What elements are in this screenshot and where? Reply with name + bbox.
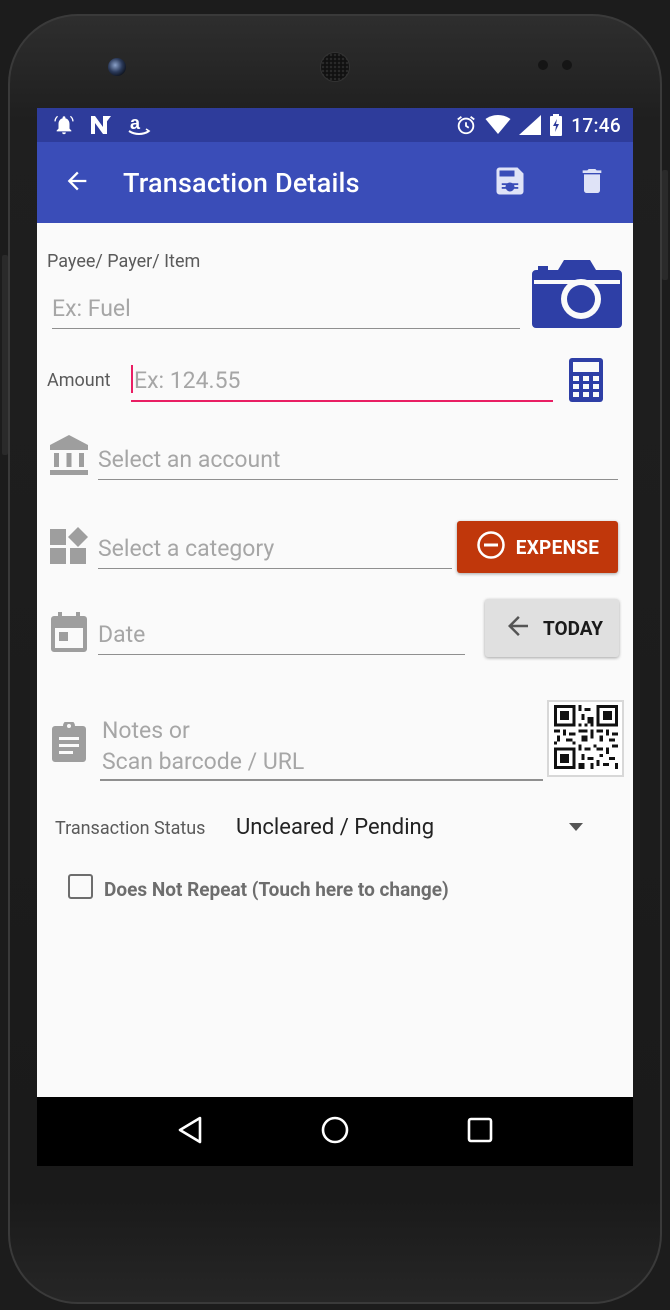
nav-back-button[interactable]	[160, 1102, 220, 1162]
navigation-bar	[37, 1097, 633, 1166]
transaction-status-select[interactable]: Uncleared / Pending	[236, 815, 434, 840]
notes-underline	[100, 779, 543, 781]
save-icon	[492, 163, 528, 203]
calendar-icon	[49, 610, 89, 654]
wifi-icon	[485, 115, 511, 135]
alarm-clock-icon	[455, 114, 477, 136]
minus-circle-icon	[476, 530, 506, 565]
repeat-label[interactable]: Does Not Repeat (Touch here to change)	[104, 878, 449, 901]
arrow-back-icon	[63, 167, 91, 199]
calculator-icon	[569, 358, 603, 406]
dropdown-arrow-icon[interactable]	[569, 823, 583, 831]
category-select[interactable]: Select a category	[98, 535, 452, 569]
qr-scan-button[interactable]	[547, 700, 624, 777]
payee-label: Payee/ Payer/ Item	[47, 251, 201, 272]
camera-icon	[530, 258, 624, 332]
delete-icon	[576, 164, 608, 202]
light-sensor	[562, 60, 572, 70]
clock-time: 17:46	[571, 113, 621, 137]
notes-placeholder-line1: Notes or	[102, 717, 190, 744]
today-button[interactable]: TODAY	[485, 599, 619, 657]
date-input[interactable]: Date	[98, 621, 465, 655]
arrow-left-icon	[501, 611, 535, 646]
app-bar: Transaction Details	[37, 142, 633, 223]
delete-button[interactable]	[551, 142, 633, 223]
triangle-back-icon	[176, 1115, 204, 1149]
speaker-grille	[320, 52, 350, 82]
notes-input[interactable]: Notes or Scan barcode / URL	[102, 715, 304, 777]
n-notification-icon	[89, 114, 113, 136]
screen: a 17:46 Transaction Details Payee/ Payer…	[37, 108, 633, 1166]
transaction-form: Payee/ Payer/ Item Ex: Fuel Amount Ex: 1…	[37, 223, 633, 1097]
status-bar: a 17:46	[37, 108, 633, 142]
phone-frame: a 17:46 Transaction Details Payee/ Payer…	[0, 0, 670, 1310]
nav-home-button[interactable]	[305, 1102, 365, 1162]
amount-placeholder: Ex: 124.55	[134, 367, 241, 394]
camera-button[interactable]	[529, 258, 625, 332]
payee-input[interactable]: Ex: Fuel	[52, 295, 520, 329]
square-recents-icon	[467, 1117, 493, 1147]
power-button	[662, 170, 668, 280]
category-icon	[49, 525, 89, 567]
today-label: TODAY	[542, 616, 604, 640]
page-title: Transaction Details	[123, 166, 360, 199]
clipboard-icon	[51, 720, 87, 764]
expense-toggle-button[interactable]: EXPENSE	[457, 521, 618, 573]
save-button[interactable]	[469, 142, 551, 223]
front-camera-icon	[108, 58, 126, 76]
amount-label: Amount	[47, 370, 111, 391]
notes-placeholder-line2: Scan barcode / URL	[102, 748, 305, 775]
volume-button	[2, 255, 8, 455]
calculator-button[interactable]	[565, 356, 607, 408]
amazon-icon: a	[127, 113, 151, 137]
circle-home-icon	[320, 1115, 350, 1149]
back-button[interactable]	[37, 142, 117, 223]
text-cursor	[131, 365, 133, 393]
transaction-status-label: Transaction Status	[55, 818, 206, 839]
nav-recents-button[interactable]	[450, 1102, 510, 1162]
expense-label: EXPENSE	[515, 535, 600, 559]
svg-text:a: a	[130, 113, 141, 133]
signal-icon	[519, 115, 542, 135]
alarm-bell-icon	[53, 114, 75, 136]
account-select[interactable]: Select an account	[98, 446, 618, 480]
qr-code-icon	[553, 704, 618, 773]
bank-icon	[49, 433, 89, 477]
repeat-checkbox[interactable]	[68, 874, 93, 899]
amount-input[interactable]: Ex: 124.55	[131, 365, 553, 402]
battery-charging-icon	[549, 114, 563, 136]
proximity-sensor	[538, 60, 548, 70]
